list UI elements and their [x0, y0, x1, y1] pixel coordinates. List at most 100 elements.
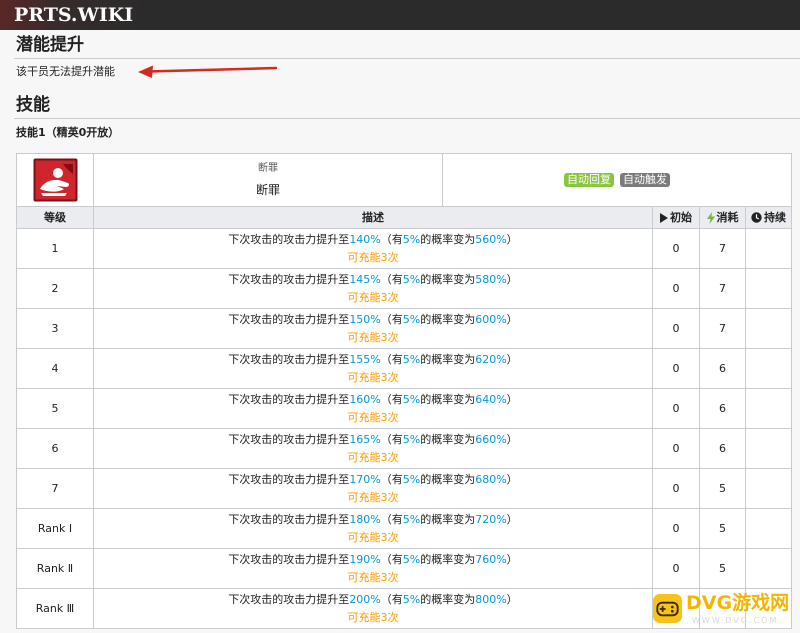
- description-text: 下次攻击的攻击力提升至: [228, 392, 350, 406]
- charges-text: 可充能3次: [347, 250, 399, 264]
- initial-sp-column-header: 初始: [653, 207, 700, 229]
- charges-text: 可充能3次: [347, 290, 399, 304]
- probability-value: 5%: [402, 592, 421, 606]
- charges-text: 可充能3次: [347, 490, 399, 504]
- initial-sp-cell: 0: [653, 389, 700, 429]
- description-text: （有: [380, 592, 403, 606]
- duration-cell: [746, 549, 792, 589]
- description-text: 下次攻击的攻击力提升至: [228, 552, 350, 566]
- atk-value: 200%: [349, 592, 381, 606]
- skill-icon: [33, 158, 77, 202]
- crit-value: 760%: [475, 552, 507, 566]
- sp-cost-cell: 5: [700, 469, 746, 509]
- skill-name-cell: 断罪 断罪: [94, 154, 443, 207]
- skill-level-row: 4 下次攻击的攻击力提升至155%（有5%的概率变为620%） 可充能3次 0 6: [17, 349, 792, 389]
- description-line: 下次攻击的攻击力提升至165%（有5%的概率变为660%）: [228, 431, 517, 449]
- probability-value: 5%: [402, 432, 421, 446]
- level-cell: 1: [17, 229, 94, 269]
- duration-cell: [746, 229, 792, 269]
- description-cell: 下次攻击的攻击力提升至165%（有5%的概率变为660%） 可充能3次: [94, 429, 653, 469]
- skill-name: 断罪: [255, 183, 280, 197]
- level-cell: 3: [17, 309, 94, 349]
- atk-value: 165%: [349, 432, 381, 446]
- description-text: ）: [506, 552, 518, 566]
- sp-cost-cell: 6: [700, 429, 746, 469]
- atk-value: 160%: [349, 392, 381, 406]
- sp-cost-cell: 7: [700, 309, 746, 349]
- red-arrow-annotation: [138, 65, 278, 78]
- description-text: （有: [380, 512, 403, 526]
- description-text: （有: [380, 232, 403, 246]
- description-text: 的概率变为: [420, 552, 476, 566]
- description-text: 下次攻击的攻击力提升至: [228, 432, 350, 446]
- sp-cost-cell: 5: [700, 549, 746, 589]
- description-line: 下次攻击的攻击力提升至200%（有5%的概率变为800%）: [228, 591, 517, 609]
- level-cell: 5: [17, 389, 94, 429]
- duration-cell: [746, 349, 792, 389]
- description-text: （有: [380, 312, 403, 326]
- duration-cell: [746, 269, 792, 309]
- probability-value: 5%: [402, 272, 421, 286]
- atk-value: 170%: [349, 472, 381, 486]
- description-text: 的概率变为: [420, 432, 476, 446]
- watermark-brand: DVG游戏网: [686, 592, 790, 614]
- initial-sp-cell: 0: [653, 549, 700, 589]
- level-cell: 4: [17, 349, 94, 389]
- level-cell: Rank Ⅱ: [17, 549, 94, 589]
- description-text: 的概率变为: [420, 392, 476, 406]
- description-line: 下次攻击的攻击力提升至145%（有5%的概率变为580%）: [228, 271, 517, 289]
- description-line: 下次攻击的攻击力提升至190%（有5%的概率变为760%）: [228, 551, 517, 569]
- duration-cell: [746, 509, 792, 549]
- description-cell: 下次攻击的攻击力提升至200%（有5%的概率变为800%） 可充能3次: [94, 589, 653, 629]
- description-text: 的概率变为: [420, 232, 476, 246]
- dvg-watermark: DVG游戏网 WWW.DVG.COM: [650, 591, 798, 631]
- sp-cost-cell: 5: [700, 509, 746, 549]
- skill-level-row: 3 下次攻击的攻击力提升至150%（有5%的概率变为600%） 可充能3次 0 7: [17, 309, 792, 349]
- description-text: ）: [506, 392, 518, 406]
- description-text: 下次攻击的攻击力提升至: [228, 272, 350, 286]
- level-cell: Rank Ⅰ: [17, 509, 94, 549]
- description-text: ）: [506, 432, 518, 446]
- skill-level-row: 6 下次攻击的攻击力提升至165%（有5%的概率变为660%） 可充能3次 0 6: [17, 429, 792, 469]
- sp-cost-cell: 6: [700, 349, 746, 389]
- description-text: 的概率变为: [420, 472, 476, 486]
- skill-level-row: Rank Ⅰ 下次攻击的攻击力提升至180%（有5%的概率变为720%） 可充能3次…: [17, 509, 792, 549]
- description-cell: 下次攻击的攻击力提升至160%（有5%的概率变为640%） 可充能3次: [94, 389, 653, 429]
- description-text: ）: [506, 312, 518, 326]
- initial-sp-cell: 0: [653, 469, 700, 509]
- skills-heading: 技能: [16, 95, 50, 115]
- skill-level-row: 2 下次攻击的攻击力提升至145%（有5%的概率变为580%） 可充能3次 0 7: [17, 269, 792, 309]
- sp-cost-cell: 6: [700, 389, 746, 429]
- description-header-label: 描述: [362, 210, 384, 224]
- description-text: ）: [506, 352, 518, 366]
- probability-value: 5%: [402, 392, 421, 406]
- crit-value: 640%: [475, 392, 507, 406]
- description-text: ）: [506, 592, 518, 606]
- skill-level-row: 7 下次攻击的攻击力提升至170%（有5%的概率变为680%） 可充能3次 0 5: [17, 469, 792, 509]
- description-cell: 下次攻击的攻击力提升至140%（有5%的概率变为560%） 可充能3次: [94, 229, 653, 269]
- sp-cost-cell: 7: [700, 269, 746, 309]
- description-text: 的概率变为: [420, 352, 476, 366]
- charges-text: 可充能3次: [347, 370, 399, 384]
- description-text: 下次攻击的攻击力提升至: [228, 232, 350, 246]
- description-text: 下次攻击的攻击力提升至: [228, 592, 350, 606]
- description-line: 下次攻击的攻击力提升至150%（有5%的概率变为600%）: [228, 311, 517, 329]
- description-text: 的概率变为: [420, 512, 476, 526]
- description-cell: 下次攻击的攻击力提升至150%（有5%的概率变为600%） 可充能3次: [94, 309, 653, 349]
- crit-value: 580%: [475, 272, 507, 286]
- description-cell: 下次攻击的攻击力提升至180%（有5%的概率变为720%） 可充能3次: [94, 509, 653, 549]
- play-icon: [660, 212, 668, 223]
- charges-text: 可充能3次: [347, 570, 399, 584]
- site-logo[interactable]: PRTS.WIKI: [14, 3, 133, 27]
- auto-trigger-badge: 自动触发: [620, 173, 670, 187]
- description-text: 下次攻击的攻击力提升至: [228, 512, 350, 526]
- initial-sp-cell: 0: [653, 229, 700, 269]
- level-header-label: 等级: [44, 210, 66, 224]
- duration-header-label: 持续: [764, 210, 786, 224]
- potential-text: 该干员无法提升潜能: [16, 65, 115, 78]
- skill-badges-cell: 自动回复 自动触发: [443, 154, 792, 207]
- description-cell: 下次攻击的攻击力提升至145%（有5%的概率变为580%） 可充能3次: [94, 269, 653, 309]
- description-line: 下次攻击的攻击力提升至180%（有5%的概率变为720%）: [228, 511, 517, 529]
- description-line: 下次攻击的攻击力提升至155%（有5%的概率变为620%）: [228, 351, 517, 369]
- probability-value: 5%: [402, 232, 421, 246]
